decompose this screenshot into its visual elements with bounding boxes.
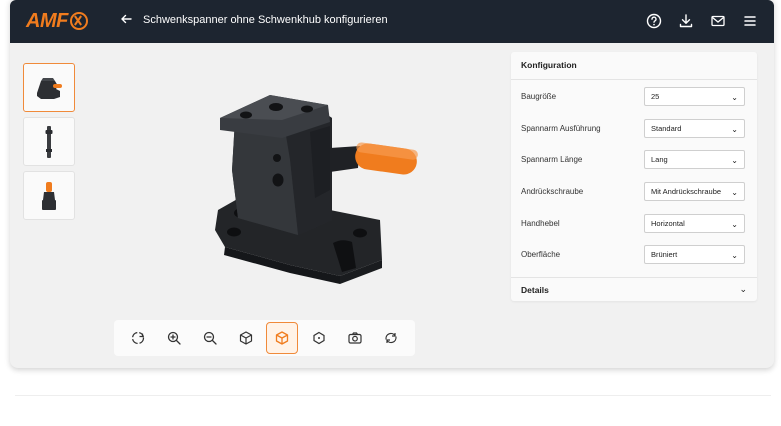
menu-icon[interactable]: [740, 11, 760, 31]
clamp-thumbnail-icon: [37, 77, 62, 99]
thumbnail-clamp-side[interactable]: [23, 171, 75, 220]
logo-text: AMF: [26, 9, 68, 32]
handhebel-select[interactable]: Horizontal ⌄: [644, 214, 745, 233]
cube-icon[interactable]: [231, 323, 261, 353]
page-title: Schwenkspanner ohne Schwenkhub konfiguri…: [143, 14, 388, 26]
clamp-3d-model: [215, 95, 418, 284]
mail-icon[interactable]: [708, 11, 728, 31]
config-label: Handhebel: [521, 219, 560, 228]
select-value: Horizontal: [651, 219, 685, 228]
config-row-andrueckschraube: Andrückschraube Mit Andrückschraube ⌄: [521, 182, 747, 202]
select-value: Lang: [651, 155, 668, 164]
camera-icon[interactable]: [340, 323, 370, 353]
config-label: Baugröße: [521, 92, 557, 101]
config-label: Spannarm Ausführung: [521, 124, 601, 133]
baugroesse-select[interactable]: 25 ⌄: [644, 87, 745, 106]
bolt-thumbnail-icon: [45, 125, 53, 158]
app-window: AMF Schwenkspanner ohne Schwenkhub konfi…: [10, 0, 774, 368]
chevron-down-icon: ⌄: [731, 125, 738, 134]
chevron-down-icon: ⌄: [731, 93, 738, 102]
chevron-down-icon: ⌄: [731, 188, 738, 197]
spannarm-laenge-select[interactable]: Lang ⌄: [644, 150, 745, 169]
config-row-baugroesse: Baugröße 25 ⌄: [521, 87, 747, 107]
details-label: Details: [521, 285, 549, 295]
config-label: Andrückschraube: [521, 187, 584, 196]
chevron-down-icon: ⌄: [731, 156, 738, 165]
config-label: Spannarm Länge: [521, 155, 583, 164]
chevron-down-icon: ⌄: [731, 220, 738, 229]
header-actions: [644, 11, 760, 31]
configuration-panel: Konfiguration Baugröße 25 ⌄ Spannarm Aus…: [511, 52, 757, 301]
top-bar: AMF Schwenkspanner ohne Schwenkhub konfi…: [10, 0, 774, 43]
config-row-spannarm-laenge: Spannarm Länge Lang ⌄: [521, 150, 747, 170]
divider: [15, 395, 771, 396]
amf-logo[interactable]: AMF: [26, 10, 88, 32]
reset-view-icon[interactable]: [376, 323, 406, 353]
clamp-side-thumbnail-icon: [42, 181, 56, 210]
config-row-oberflaeche: Oberfläche Brüniert ⌄: [521, 245, 747, 265]
select-value: 25: [651, 92, 660, 101]
viewer-toolbar: [114, 320, 415, 356]
logo-mark-icon: [69, 12, 88, 30]
select-value: Brüniert: [651, 250, 678, 259]
chevron-down-icon: ⌄: [731, 251, 738, 260]
configuration-title: Konfiguration: [511, 52, 757, 80]
zoom-in-icon[interactable]: [159, 323, 189, 353]
thumbnail-bolt[interactable]: [23, 117, 75, 166]
select-value: Mit Andrückschraube: [651, 187, 722, 196]
config-row-handhebel: Handhebel Horizontal ⌄: [521, 214, 747, 234]
andrueckschraube-select[interactable]: Mit Andrückschraube ⌄: [644, 182, 745, 201]
cube-view-icon[interactable]: [266, 322, 299, 354]
oberflaeche-select[interactable]: Brüniert ⌄: [644, 245, 745, 264]
spannarm-ausfuehrung-select[interactable]: Standard ⌄: [644, 119, 745, 138]
help-icon[interactable]: [644, 11, 664, 31]
select-value: Standard: [651, 124, 682, 133]
config-row-spannarm-ausfuehrung: Spannarm Ausführung Standard ⌄: [521, 119, 747, 139]
zoom-out-icon[interactable]: [195, 323, 225, 353]
3d-model-viewer[interactable]: [190, 60, 450, 290]
thumbnail-list: [23, 63, 75, 220]
chevron-down-icon: ⌄: [739, 284, 747, 294]
thumbnail-clamp[interactable]: [23, 63, 75, 112]
front-view-icon[interactable]: [304, 323, 334, 353]
download-icon[interactable]: [676, 11, 696, 31]
rotate-icon[interactable]: [123, 323, 153, 353]
back-arrow-icon[interactable]: [120, 12, 132, 30]
config-label: Oberfläche: [521, 250, 561, 259]
details-section-toggle[interactable]: Details ⌄: [511, 277, 757, 302]
